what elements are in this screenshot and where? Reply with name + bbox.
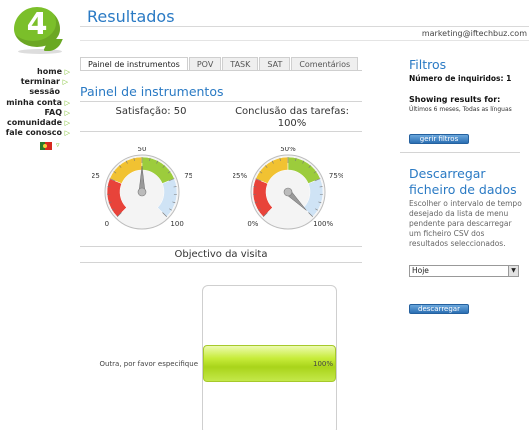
tab-task[interactable]: TASK <box>222 57 259 71</box>
bar-value-label: 100% <box>312 360 333 368</box>
page-title: Resultados <box>87 7 175 26</box>
tab-comments[interactable]: Comentários <box>291 57 359 71</box>
download-description: Escolher o intervalo de tempo desejado d… <box>409 199 522 248</box>
header-divider <box>80 40 529 41</box>
chevron-right-icon: ▷ <box>62 78 68 86</box>
nav-item-home[interactable]: home ▷ <box>0 67 70 77</box>
chevron-right-icon: ▷ <box>64 109 70 117</box>
visit-goal-title: Objectivo da visita <box>174 249 268 260</box>
satisfaction-label: Satisfação: 50 <box>115 106 187 117</box>
gauge-tick-label: 75 <box>184 172 192 180</box>
download-title: Descarregar ficheiro de dados <box>409 166 517 197</box>
logo-shadow <box>18 49 62 54</box>
portugal-flag-icon[interactable] <box>40 142 52 150</box>
gauge-bottom-divider <box>80 246 362 247</box>
dashboard-title: Painel de instrumentos <box>80 84 224 99</box>
nav-item-label: fale conosco <box>5 128 62 137</box>
logo-number: 4 <box>26 7 48 42</box>
nav-item-label: minha conta <box>6 98 62 107</box>
satisfaction-gauge: 0 25 50 75 100 <box>92 147 192 230</box>
chevron-right-icon: ▷ <box>64 99 70 107</box>
results-tabs: Painel de instrumentos POV TASK SAT Come… <box>80 57 359 71</box>
gauge-hub <box>137 187 147 197</box>
tabs-baseline <box>80 70 362 71</box>
chevron-right-icon: ▷ <box>64 68 70 76</box>
bar-category-label: Outra, por favor especifique <box>99 360 198 368</box>
tab-pov[interactable]: POV <box>188 57 222 71</box>
nav-item-label: comunidade <box>7 118 62 127</box>
tab-sat[interactable]: SAT <box>259 57 291 71</box>
nav-item-account[interactable]: minha conta ▷ <box>0 98 70 108</box>
nav-item-contact[interactable]: fale conosco ▷ <box>0 128 70 138</box>
completion-label: Conclusão das tarefas: 100% <box>235 106 349 129</box>
chevron-right-icon: ▷ <box>64 119 70 127</box>
title-divider <box>80 26 529 27</box>
respondents-count: Número de inquiridos: 1 <box>409 74 512 83</box>
nav-item-logout[interactable]: terminar sessão ▷ <box>18 77 68 97</box>
brand-logo[interactable]: 4 <box>12 5 66 54</box>
section-divider <box>80 101 362 102</box>
filters-divider <box>400 152 520 153</box>
chart-divider <box>80 262 362 263</box>
tab-dashboard[interactable]: Painel de instrumentos <box>80 57 188 71</box>
date-range-value: Hoje <box>412 266 429 275</box>
download-button[interactable]: descarregar <box>409 304 469 314</box>
gauge-hub <box>283 187 293 197</box>
date-range-select[interactable]: Hoje ▼ <box>409 265 519 277</box>
user-email: marketing@iftechbuz.com <box>421 29 527 38</box>
chevron-down-icon[interactable]: ▼ <box>508 266 518 276</box>
manage-filters-button[interactable]: gerir filtros <box>409 134 469 144</box>
gauge-tick-label: 25% <box>233 172 247 180</box>
gauge-row-divider <box>80 131 362 132</box>
left-nav: home ▷ terminar sessão ▷ minha conta ▷ FAQ ▷… <box>0 67 70 138</box>
gauge-tick-label: 25 <box>92 172 100 180</box>
chevron-right-icon: ▷ <box>64 129 70 137</box>
filters-title: Filtros <box>409 57 447 72</box>
gauge-tick-label: 0 <box>105 220 109 228</box>
gauge-tick-label: 50 <box>138 147 147 153</box>
showing-results-detail: Últimos 6 meses, Todas as línguas <box>409 106 512 113</box>
gauge-tick-label: 100% <box>313 220 333 228</box>
nav-item-community[interactable]: comunidade ▷ <box>0 118 70 128</box>
gauge-tick-label: 75% <box>329 172 343 180</box>
gauge-tick-label: 50% <box>280 147 296 153</box>
completion-gauge: 0% 25% 50% 75% 100% <box>233 147 343 230</box>
showing-results-label: Showing results for: <box>409 95 501 104</box>
nav-item-faq[interactable]: FAQ ▷ <box>0 108 70 118</box>
language-dropdown-icon[interactable]: ▿ <box>56 141 60 149</box>
nav-item-label: terminar sessão <box>20 77 60 96</box>
gauge-tick-label: 100 <box>170 220 183 228</box>
nav-item-label: FAQ <box>44 108 62 117</box>
nav-item-label: home <box>37 67 62 76</box>
gauge-tick-label: 0% <box>247 220 258 228</box>
